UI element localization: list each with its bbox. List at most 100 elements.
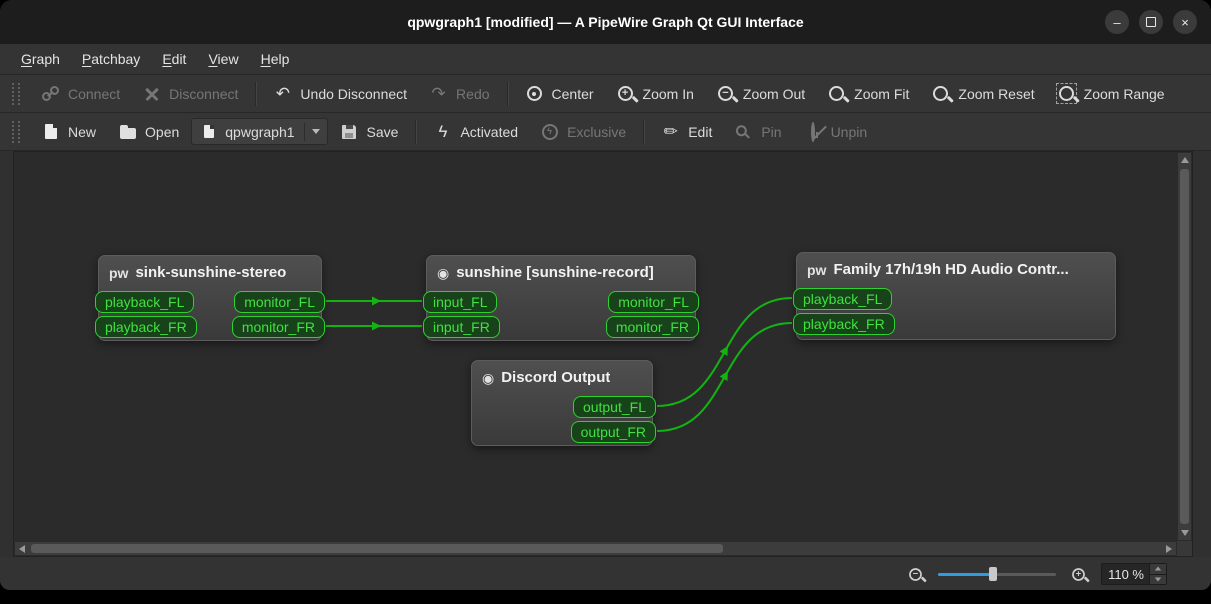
activated-button[interactable]: ϟ Activated <box>423 117 528 146</box>
edit-button[interactable]: ✏ Edit <box>651 117 722 146</box>
zoom-in-button[interactable]: + Zoom In <box>606 79 704 108</box>
port-playback_FL[interactable]: playback_FL <box>95 291 195 313</box>
open-folder-icon <box>119 125 136 139</box>
zoom-reset-button[interactable]: Zoom Reset <box>921 79 1044 108</box>
undo-disconnect-label: Undo Disconnect <box>300 85 408 102</box>
exclusive-icon: ϟ <box>541 123 558 140</box>
close-button[interactable]: × <box>1173 10 1197 34</box>
activated-icon: ϟ <box>438 122 448 141</box>
menu-edit[interactable]: Edit <box>151 44 197 74</box>
redo-button[interactable]: ↷ Redo <box>419 79 499 108</box>
port-monitor_FR[interactable]: monitor_FR <box>231 316 325 338</box>
node-title: Family 17h/19h HD Audio Contr... <box>833 261 1069 278</box>
port-output_FR[interactable]: output_FR <box>570 421 656 443</box>
zoom-out-small-icon[interactable]: − <box>909 567 922 581</box>
toolbar-drag-handle[interactable] <box>12 82 20 105</box>
vertical-scrollbar[interactable] <box>1177 152 1192 541</box>
save-button[interactable]: Save <box>330 117 409 146</box>
edge-direction-arrow <box>719 345 728 356</box>
patchbay-file-selector[interactable]: qpwgraph1 <box>191 118 328 145</box>
menu-help[interactable]: Help <box>250 44 301 74</box>
scroll-right-button[interactable] <box>1162 542 1176 555</box>
zoom-out-label: Zoom Out <box>742 85 806 102</box>
edge-direction-arrow <box>719 370 728 381</box>
menu-view[interactable]: View <box>197 44 249 74</box>
center-button[interactable]: Center <box>515 79 604 108</box>
scroll-down-button[interactable] <box>1178 526 1191 540</box>
node-sink[interactable]: pw sink-sunshine-stereo playback_FL playbac… <box>95 255 325 341</box>
zoom-range-button[interactable]: Zoom Range <box>1047 79 1175 108</box>
horizontal-scrollbar-thumb[interactable] <box>31 544 723 553</box>
zoom-spinbox[interactable]: 110 % <box>1101 563 1167 585</box>
patchbay-file-name: qpwgraph1 <box>225 123 295 140</box>
redo-label: Redo <box>456 85 490 102</box>
titlebar[interactable]: qpwgraph1 [modified] — A PipeWire Graph … <box>0 0 1211 44</box>
node-sunshine[interactable]: ◉ sunshine [sunshine-record] input_FL input… <box>423 255 699 341</box>
port-output_FL[interactable]: output_FL <box>572 396 656 418</box>
minimize-button[interactable]: – <box>1105 10 1129 34</box>
menubar: Graph Patchbay Edit View Help <box>0 44 1211 75</box>
disconnect-label: Disconnect <box>169 85 239 102</box>
zoom-reset-icon <box>933 86 949 101</box>
open-button[interactable]: Open <box>108 117 189 146</box>
undo-disconnect-button[interactable]: ↶ Undo Disconnect <box>263 79 417 108</box>
zoom-in-small-icon[interactable]: + <box>1072 567 1085 581</box>
connect-icon <box>42 86 59 101</box>
menu-graph[interactable]: Graph <box>10 44 71 74</box>
graph-toolbar: Connect Disconnect ↶ Undo Disconnect ↷ R… <box>0 75 1211 113</box>
zoom-slider-handle[interactable] <box>989 567 998 581</box>
menu-graph-label: Graph <box>21 51 60 67</box>
port-monitor_FR[interactable]: monitor_FR <box>605 316 699 338</box>
connect-button[interactable]: Connect <box>31 79 130 108</box>
zoom-fit-button[interactable]: Zoom Fit <box>817 79 919 108</box>
port-monitor_FL[interactable]: monitor_FL <box>608 291 699 313</box>
maximize-button[interactable] <box>1139 10 1163 34</box>
statusbar: − + 110 % <box>0 557 1211 590</box>
port-playback_FR[interactable]: playback_FR <box>793 313 895 335</box>
toolbar-separator <box>506 81 508 106</box>
menu-edit-label: Edit <box>162 51 187 67</box>
scroll-left-button[interactable] <box>15 542 29 555</box>
spin-buttons <box>1149 564 1166 584</box>
spin-up-button[interactable] <box>1150 564 1166 575</box>
zoom-in-label: Zoom In <box>642 85 694 102</box>
new-button[interactable]: New <box>31 117 106 146</box>
port-playback_FL[interactable]: playback_FL <box>793 288 893 310</box>
port-monitor_FL[interactable]: monitor_FL <box>234 291 325 313</box>
scrollbar-corner <box>1177 541 1192 556</box>
zoom-slider[interactable] <box>938 566 1056 582</box>
toolbar-drag-handle[interactable] <box>12 120 20 143</box>
graph-canvas[interactable]: pw sink-sunshine-stereo playback_FL playbac… <box>14 152 1177 541</box>
disconnect-button[interactable]: Disconnect <box>132 79 248 108</box>
zoom-out-button[interactable]: − Zoom Out <box>706 79 815 108</box>
scroll-up-button[interactable] <box>1178 153 1191 167</box>
activated-label: Activated <box>460 123 519 140</box>
pin-icon <box>733 123 750 139</box>
pin-button[interactable]: Pin <box>724 117 791 146</box>
zoom-value: 110 % <box>1108 566 1144 582</box>
edit-pencil-icon: ✏ <box>663 122 678 141</box>
window-title: qpwgraph1 [modified] — A PipeWire Graph … <box>407 14 804 30</box>
toolbar-separator <box>415 119 417 144</box>
node-family[interactable]: pw Family 17h/19h HD Audio Contr... playba… <box>793 252 1116 340</box>
zoom-fit-label: Zoom Fit <box>854 85 910 102</box>
connect-label: Connect <box>68 85 121 102</box>
exclusive-button[interactable]: ϟ Exclusive <box>530 117 636 146</box>
port-input_FR[interactable]: input_FR <box>423 316 500 338</box>
menu-patchbay[interactable]: Patchbay <box>71 44 151 74</box>
vertical-scrollbar-thumb[interactable] <box>1180 169 1189 524</box>
node-title: Discord Output <box>501 369 611 386</box>
unpin-button[interactable]: Unpin <box>794 117 878 146</box>
horizontal-scrollbar[interactable] <box>14 541 1177 556</box>
port-input_FL[interactable]: input_FL <box>423 291 498 313</box>
edit-label: Edit <box>688 123 713 140</box>
main-area: pw sink-sunshine-stereo playback_FL playbac… <box>0 151 1211 557</box>
node-discord[interactable]: ◉ Discord Output output_FL output_FR <box>471 360 656 446</box>
toolbar-separator <box>643 119 645 144</box>
port-playback_FR[interactable]: playback_FR <box>95 316 197 338</box>
toolbar-separator <box>255 81 257 106</box>
spin-down-button[interactable] <box>1150 574 1166 584</box>
pin-label: Pin <box>761 123 782 140</box>
new-file-icon <box>44 124 57 139</box>
zoom-range-label: Zoom Range <box>1083 85 1165 102</box>
